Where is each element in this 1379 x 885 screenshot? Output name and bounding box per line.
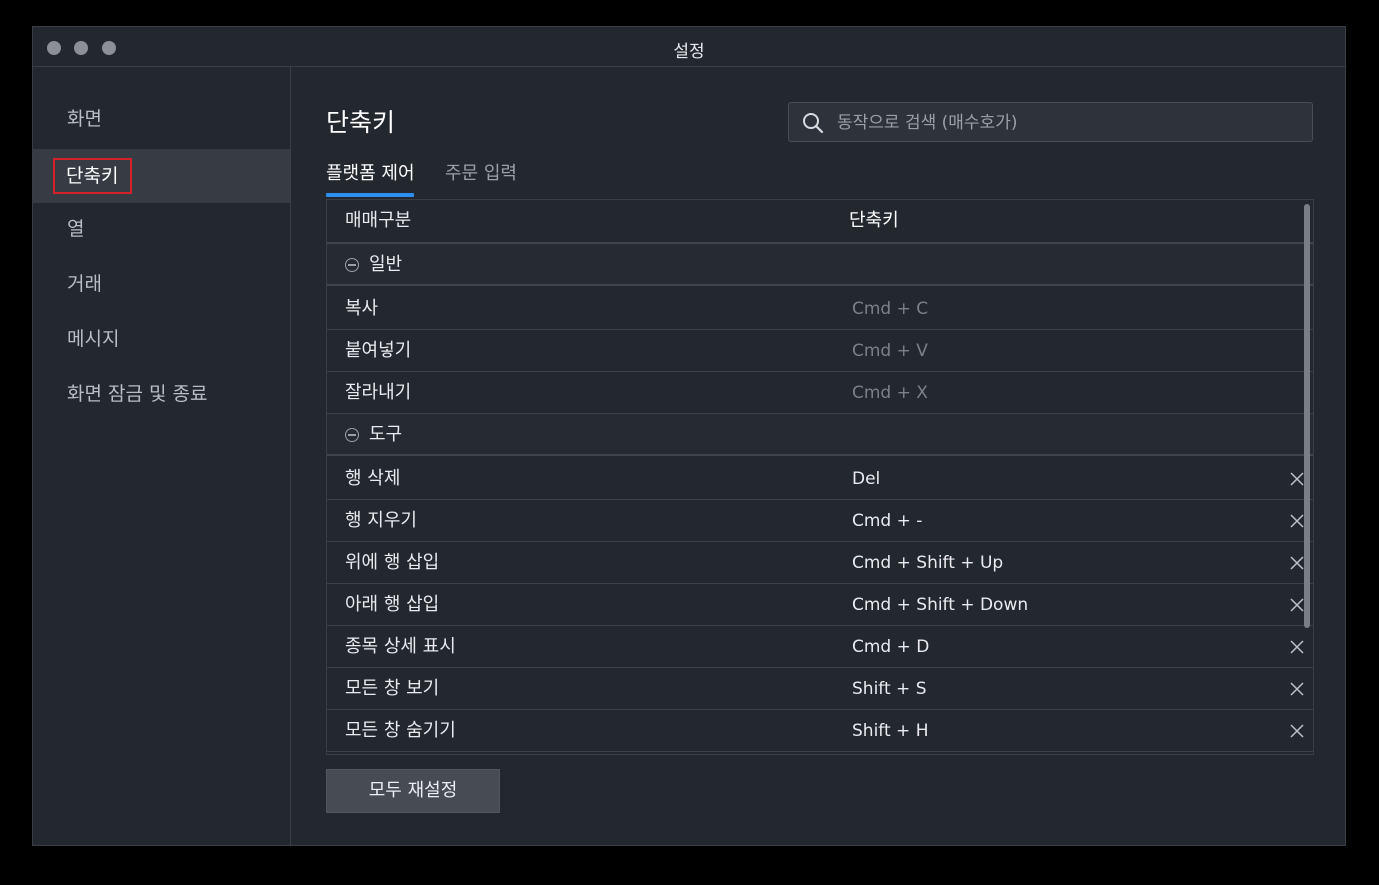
table-row[interactable]: 모든 창 숨기기 Shift + H xyxy=(327,710,1313,752)
action-label: 위에 행 삽입 xyxy=(345,552,440,573)
sidebar: 화면 단축키 열 거래 메시지 화면 잠금 및 종료 xyxy=(33,67,291,845)
action-label: 모든 창 숨기기 xyxy=(345,720,456,741)
clear-shortcut-icon[interactable] xyxy=(1289,555,1305,571)
action-label: 모든 창 보기 xyxy=(345,678,440,699)
action-label: 종목 상세 표시 xyxy=(345,636,456,657)
clear-shortcut-icon[interactable] xyxy=(1289,513,1305,529)
shortcut-value[interactable]: Cmd + - xyxy=(852,500,922,542)
main-panel: 단축키 플랫폼 제어 주문 입력 매매구분 단축키 일반 복사 Cmd + C xyxy=(291,67,1345,845)
table-row[interactable]: 아래 행 삽입 Cmd + Shift + Down xyxy=(327,584,1313,626)
shortcut-value[interactable]: Shift + H xyxy=(852,710,928,752)
action-label: 행 삭제 xyxy=(345,468,401,489)
table-header: 매매구분 단축키 xyxy=(327,200,1313,244)
search-input[interactable] xyxy=(835,103,1299,143)
sidebar-item-shortcuts[interactable]: 단축키 xyxy=(33,149,290,203)
shortcut-value[interactable]: Cmd + Shift + Up xyxy=(852,542,1003,584)
table-row[interactable]: 위에 행 삽입 Cmd + Shift + Up xyxy=(327,542,1313,584)
shortcut-value[interactable]: Del xyxy=(852,458,880,500)
table-row[interactable]: 행 지우기 Cmd + - xyxy=(327,500,1313,542)
action-label: 아래 행 삽입 xyxy=(345,594,440,615)
sidebar-item-lock-and-exit[interactable]: 화면 잠금 및 종료 xyxy=(33,367,290,421)
sidebar-item-label: 메시지 xyxy=(67,328,120,350)
action-label: 잘라내기 xyxy=(345,382,412,403)
clear-shortcut-icon[interactable] xyxy=(1289,471,1305,487)
title-bar: 설정 xyxy=(33,27,1345,67)
window-title: 설정 xyxy=(673,42,705,62)
sidebar-item-label: 화면 잠금 및 종료 xyxy=(67,383,208,405)
action-label: 붙여넣기 xyxy=(345,340,412,361)
sidebar-item-label: 열 xyxy=(67,218,85,240)
collapse-icon[interactable] xyxy=(345,258,359,272)
group-row-general[interactable]: 일반 xyxy=(327,244,1313,286)
column-header-shortcut: 단축키 xyxy=(849,210,899,231)
shortcut-value[interactable]: Cmd + D xyxy=(852,626,929,668)
table-row[interactable]: 잘라내기 Cmd + X xyxy=(327,372,1313,414)
shortcuts-table: 매매구분 단축키 일반 복사 Cmd + C 붙여넣기 Cmd + V 잘라내기… xyxy=(326,199,1314,755)
clear-shortcut-icon[interactable] xyxy=(1289,681,1305,697)
tab-order-entry[interactable]: 주문 입력 xyxy=(445,159,517,185)
shortcut-value: Cmd + C xyxy=(852,299,929,319)
shortcut-value[interactable]: Shift + S xyxy=(852,668,926,710)
group-label: 도구 xyxy=(369,424,403,445)
sidebar-item-columns[interactable]: 열 xyxy=(33,202,290,256)
reset-all-button[interactable]: 모두 재설정 xyxy=(326,769,500,813)
group-label-wrap: 일반 xyxy=(345,244,402,286)
sidebar-item-label: 화면 xyxy=(67,108,102,130)
shortcut-value[interactable]: Cmd + Shift + Down xyxy=(852,584,1028,626)
shortcut-value: Cmd + X xyxy=(852,383,928,403)
page-title: 단축키 xyxy=(326,108,396,137)
clear-shortcut-icon[interactable] xyxy=(1289,639,1305,655)
sidebar-item-display[interactable]: 화면 xyxy=(33,92,290,146)
group-row-tools[interactable]: 도구 xyxy=(327,414,1313,456)
table-row[interactable]: 붙여넣기 Cmd + V xyxy=(327,330,1313,372)
settings-window: 설정 화면 단축키 열 거래 메시지 화면 잠금 및 종료 단축키 동작으로 검… xyxy=(32,26,1346,846)
search-box[interactable] xyxy=(788,102,1313,143)
sidebar-item-label: 단축키 xyxy=(52,158,133,194)
sidebar-item-label: 거래 xyxy=(67,273,102,295)
shortcut-value: Cmd + V xyxy=(852,341,928,361)
action-label: 행 지우기 xyxy=(345,510,417,531)
group-label-wrap: 도구 xyxy=(345,414,402,456)
collapse-icon[interactable] xyxy=(345,428,359,442)
table-row[interactable]: 종목 상세 표시 Cmd + D xyxy=(327,626,1313,668)
table-row[interactable]: 복사 Cmd + C xyxy=(327,288,1313,330)
table-row[interactable]: 행 삭제 Del xyxy=(327,458,1313,500)
tab-platform-control[interactable]: 플랫폼 제어 xyxy=(326,159,415,185)
sidebar-item-messages[interactable]: 메시지 xyxy=(33,312,290,366)
action-label: 복사 xyxy=(345,298,379,319)
search-icon xyxy=(803,113,824,134)
sidebar-item-trading[interactable]: 거래 xyxy=(33,257,290,311)
clear-shortcut-icon[interactable] xyxy=(1289,723,1305,739)
column-header-action: 매매구분 xyxy=(345,210,412,231)
table-scrollbar[interactable] xyxy=(1304,204,1310,628)
table-row[interactable]: 모든 창 보기 Shift + S xyxy=(327,668,1313,710)
clear-shortcut-icon[interactable] xyxy=(1289,597,1305,613)
group-label: 일반 xyxy=(369,254,403,275)
active-tab-indicator xyxy=(326,193,414,197)
